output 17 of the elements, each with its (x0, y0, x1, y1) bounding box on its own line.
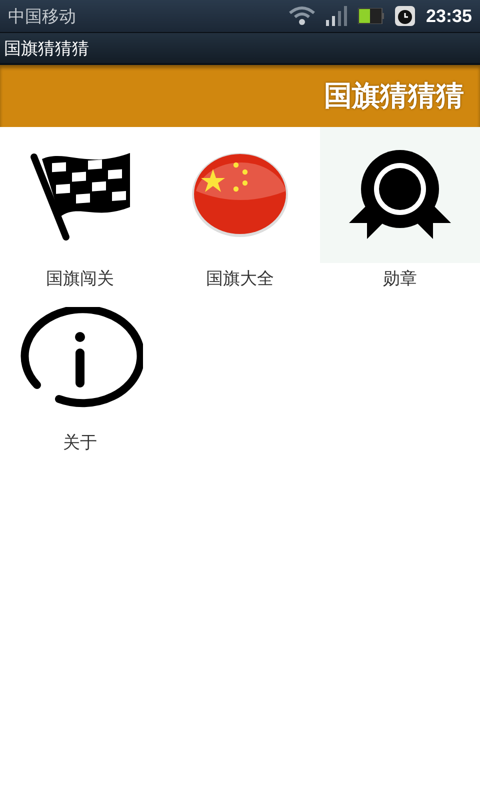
battery-icon (358, 8, 384, 24)
menu-tile[interactable]: 国旗大全 (160, 127, 320, 291)
app-title: 国旗猜猜猜 (4, 38, 89, 60)
china-flag-icon (190, 151, 290, 239)
carrier-name: 中国移动 (8, 6, 77, 28)
menu-label: 国旗闯关 (46, 268, 114, 290)
medal-icon (347, 149, 453, 241)
banner-title: 国旗猜猜猜 (324, 78, 464, 114)
clock-time: 23:35 (426, 6, 472, 26)
menu-label: 关于 (63, 432, 97, 454)
alarm-clock-icon (394, 5, 416, 27)
menu-tile[interactable]: 国旗闯关 (0, 127, 160, 291)
menu-tile[interactable]: 关于 (0, 291, 160, 455)
wifi-icon (288, 5, 316, 27)
menu-label: 勋章 (383, 268, 417, 290)
menu-label: 国旗大全 (206, 268, 274, 290)
signal-icon (326, 6, 348, 26)
